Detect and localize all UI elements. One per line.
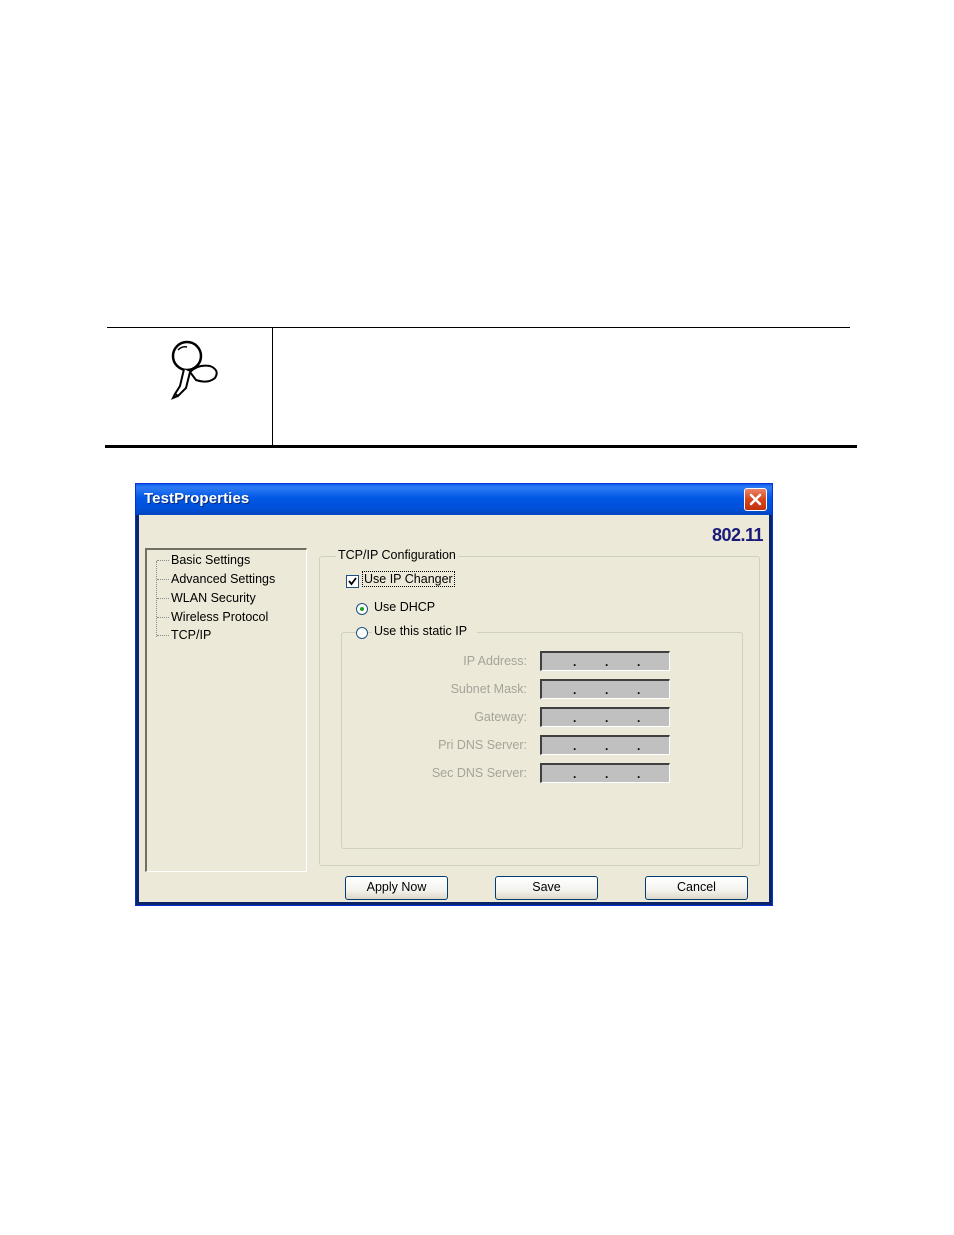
tree-item-label: Advanced Settings xyxy=(171,572,276,586)
close-button[interactable] xyxy=(744,488,767,511)
pri-dns-server-field[interactable]: ... xyxy=(540,735,670,755)
use-static-ip-label[interactable]: Use this static IP xyxy=(372,624,478,638)
tree-item-label: TCP/IP xyxy=(171,628,212,642)
tree-item-basic-settings[interactable]: Basic Settings xyxy=(157,551,250,569)
subnet-mask-field[interactable]: ... xyxy=(540,679,670,699)
magnifier-hand-icon xyxy=(160,338,224,404)
radio-selected-dot xyxy=(360,607,364,611)
sec-dns-server-field[interactable]: ... xyxy=(540,763,670,783)
gateway-field[interactable]: ... xyxy=(540,707,670,727)
tree-item-wireless-protocol[interactable]: Wireless Protocol xyxy=(157,608,268,626)
gateway-label: Gateway: xyxy=(474,710,527,724)
tcpip-group-title: TCP/IP Configuration xyxy=(336,548,458,562)
tree-item-label: WLAN Security xyxy=(171,591,256,605)
title-bar[interactable]: TestProperties xyxy=(136,484,772,515)
brand-label: 802.11 xyxy=(711,525,764,545)
test-properties-window: TestProperties 802.11 Basic Settings Adv… xyxy=(135,483,773,906)
note-table-top-rule xyxy=(107,327,850,328)
sec-dns-server-label: Sec DNS Server: xyxy=(431,766,527,780)
note-table-divider xyxy=(272,328,273,446)
ip-address-field[interactable]: ... xyxy=(540,651,670,671)
checkmark-icon xyxy=(348,577,357,586)
settings-tree: Basic Settings Advanced Settings WLAN Se… xyxy=(145,548,307,872)
use-ip-changer-checkbox[interactable] xyxy=(346,575,359,588)
tree-item-label: Wireless Protocol xyxy=(171,610,269,624)
cancel-button[interactable]: Cancel xyxy=(645,876,748,900)
save-button[interactable]: Save xyxy=(495,876,598,900)
subnet-mask-label: Subnet Mask: xyxy=(450,682,527,696)
note-table-bottom-rule xyxy=(105,445,857,448)
apply-now-button[interactable]: Apply Now xyxy=(345,876,448,900)
use-dhcp-label[interactable]: Use DHCP xyxy=(374,600,435,614)
tree-item-wlan-security[interactable]: WLAN Security xyxy=(157,589,256,607)
dialog-client-area: 802.11 Basic Settings Advanced Settings … xyxy=(139,515,769,902)
ip-address-label: IP Address: xyxy=(463,654,527,668)
use-ip-changer-label[interactable]: Use IP Changer xyxy=(362,571,455,587)
tree-item-tcpip[interactable]: TCP/IP xyxy=(157,626,211,644)
tree-item-advanced-settings[interactable]: Advanced Settings xyxy=(157,570,275,588)
use-static-ip-radio[interactable] xyxy=(356,627,368,639)
window-title: TestProperties xyxy=(144,490,250,507)
use-dhcp-radio[interactable] xyxy=(356,603,368,615)
pri-dns-server-label: Pri DNS Server: xyxy=(438,738,527,752)
tree-item-label: Basic Settings xyxy=(171,553,251,567)
close-icon xyxy=(749,493,762,506)
